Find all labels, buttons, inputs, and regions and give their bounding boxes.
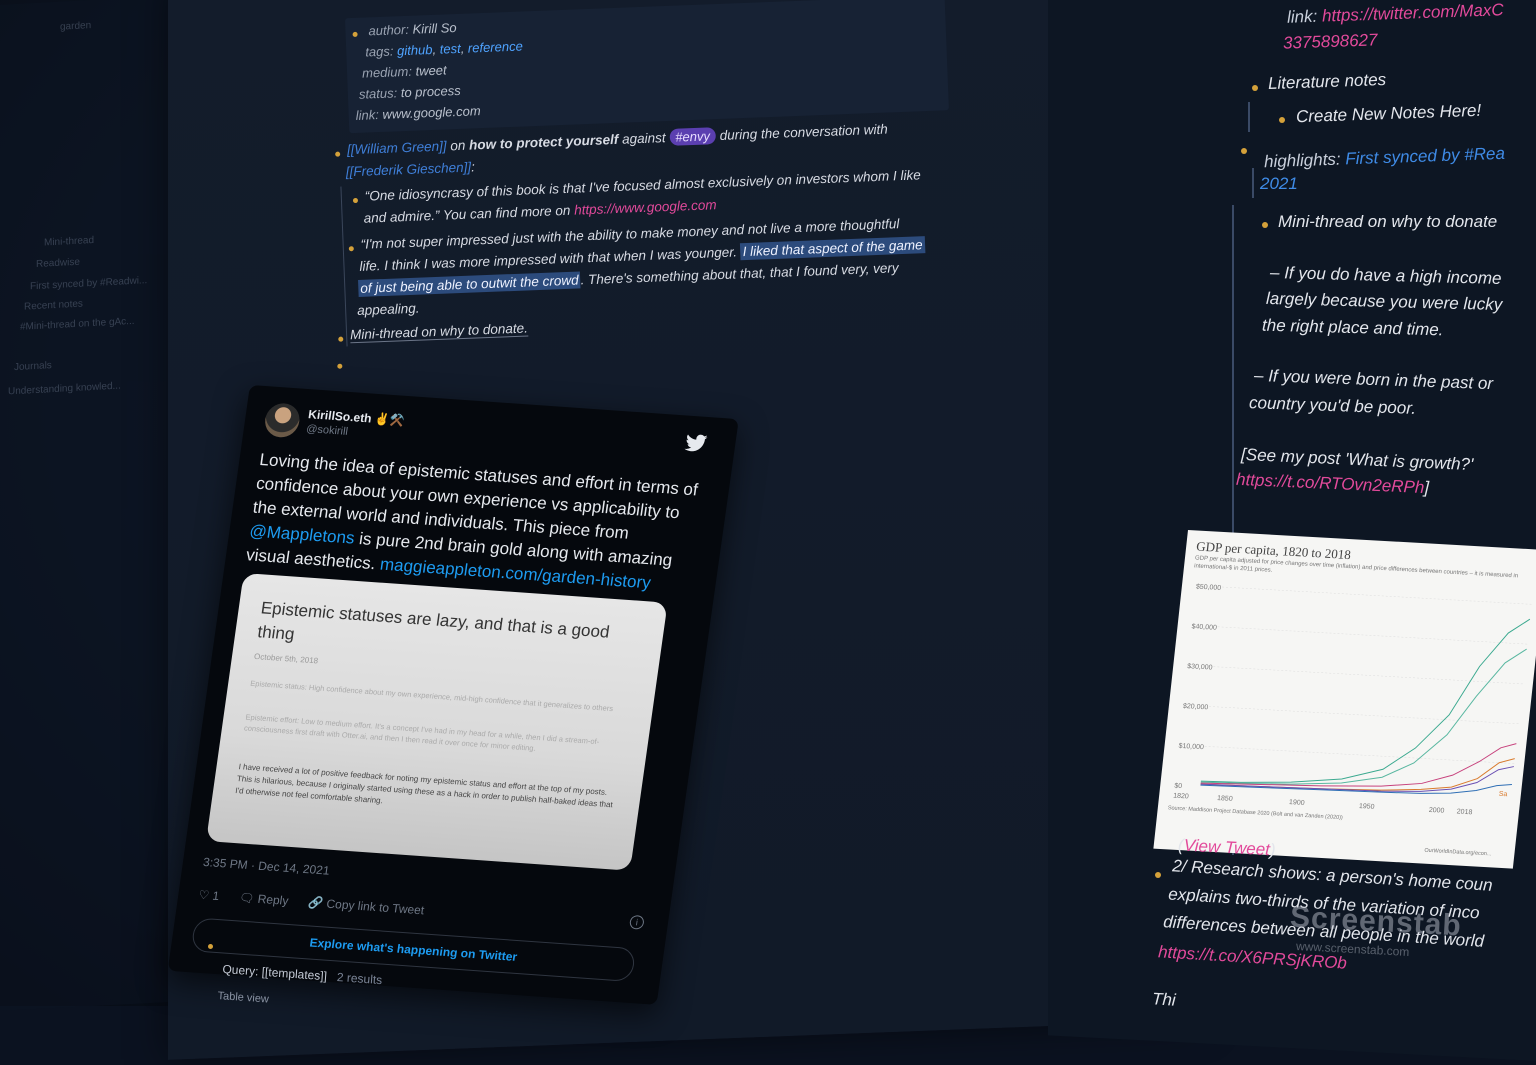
sidebar-item[interactable]: garden	[60, 20, 91, 33]
link-preview-card[interactable]: Epistemic statuses are lazy, and that is…	[206, 573, 668, 871]
heart-icon[interactable]: ♡	[198, 888, 211, 903]
view-tweet-link[interactable]: View Tweet	[1183, 836, 1270, 859]
property-key: medium:	[361, 63, 413, 81]
left-sidebar: garden Mini-thread Readwise First synced…	[0, 0, 185, 1011]
paragraph-line: Thi	[1151, 989, 1177, 1010]
text: on	[446, 137, 470, 154]
bullet[interactable]	[208, 944, 213, 949]
x-tick-label: 2018	[1456, 808, 1472, 816]
property-key: tags:	[364, 43, 394, 60]
x-tick-label: 1950	[1358, 803, 1374, 811]
property-key: highlights:	[1263, 149, 1341, 172]
sidebar-item[interactable]: Recent notes	[24, 299, 83, 313]
property-key: status:	[358, 85, 398, 102]
property-key: author:	[368, 21, 410, 39]
y-tick-label: $50,000	[1195, 584, 1221, 592]
gdp-chart-plot: $50,000 $40,000 $30,000 $20,000 $10,000 …	[1173, 584, 1532, 816]
avatar[interactable]	[262, 402, 302, 439]
bullet[interactable]	[1262, 222, 1268, 228]
reply-icon[interactable]: 🗨	[238, 891, 255, 906]
bullet[interactable]	[1279, 117, 1285, 123]
sidebar-item[interactable]: #Mini-thread on the gAc...	[20, 316, 135, 333]
series-line	[1200, 758, 1515, 791]
literature-notes-item[interactable]: Literature notes	[1268, 70, 1387, 94]
property-key: link:	[1286, 6, 1318, 27]
text: )	[1269, 840, 1277, 860]
text: explains	[1167, 884, 1236, 908]
page-ref[interactable]: 2021	[1260, 174, 1298, 194]
sidebar-item[interactable]: Understanding knowled...	[8, 381, 121, 398]
link-card-text: Epistemic effort: Low to medium effort. …	[243, 712, 600, 753]
tweet-body: Loving the idea of epistemic statuses an…	[245, 448, 701, 598]
property-value: Kirill So	[412, 19, 457, 37]
like-count: 1	[211, 888, 221, 904]
sidebar-item[interactable]: Mini-thread	[44, 235, 94, 249]
legend-label: Sa	[1498, 791, 1507, 798]
tweet-timestamp[interactable]: 3:35 PM · Dec 14, 2021	[202, 855, 330, 878]
property-key: link:	[355, 107, 380, 123]
sidebar-item[interactable]: Journals	[14, 360, 52, 373]
x-tick-label: 2000	[1428, 807, 1444, 815]
thread-line[interactable]	[1248, 102, 1250, 132]
quote-line: appealing.	[356, 300, 420, 319]
y-tick-label: $0	[1174, 783, 1183, 790]
info-icon[interactable]: i	[628, 914, 645, 930]
text: against	[617, 129, 670, 147]
twitter-bird-icon[interactable]	[683, 434, 708, 459]
bullet[interactable]	[1155, 872, 1161, 878]
y-tick-label: $10,000	[1178, 743, 1204, 751]
x-tick-label: 1900	[1289, 799, 1305, 807]
y-tick-label: $40,000	[1191, 623, 1217, 631]
thread-line[interactable]	[1252, 168, 1254, 198]
link-card-date: October 5th, 2018	[253, 651, 319, 666]
tweet-author-handle[interactable]: @sokirill	[305, 423, 348, 438]
bullet[interactable]	[1241, 148, 1247, 154]
series-line	[1200, 618, 1531, 783]
tweet-actions: ♡ 1 🗨 Reply 🔗 Copy link to Tweet	[198, 888, 426, 918]
x-tick-label: 1850	[1217, 795, 1233, 803]
y-tick-label: $20,000	[1183, 703, 1209, 711]
property-value: to process	[400, 82, 462, 101]
link-card-text: Epistemic status: High confidence about …	[249, 678, 614, 714]
sidebar-item[interactable]: Readwise	[36, 257, 80, 270]
reply-button[interactable]: Reply	[257, 892, 290, 908]
mini-thread-item[interactable]: Mini-thread on why to donate	[1278, 212, 1497, 232]
hashtag-envy[interactable]: #envy	[668, 127, 717, 146]
series-line	[1200, 783, 1512, 794]
gdp-chart-image: GDP per capita, 1820 to 2018 GDP per cap…	[1153, 530, 1536, 869]
tag-link[interactable]: test	[439, 41, 461, 57]
y-tick-label: $30,000	[1187, 663, 1213, 671]
tag-link[interactable]: github	[397, 42, 433, 58]
text: :	[470, 159, 476, 175]
link-card-text: I have received a lot of positive feedba…	[234, 762, 614, 810]
copy-link-button[interactable]: Copy link to Tweet	[326, 897, 426, 918]
property-value: tweet	[415, 62, 447, 79]
link-icon[interactable]: 🔗	[307, 895, 324, 910]
tweet-embed[interactable]: KirillSo.eth ✌️⚒️ @sokirill Loving the i…	[167, 385, 739, 1005]
sidebar-item[interactable]: First synced by #Readwi...	[30, 275, 147, 292]
bullet[interactable]	[1252, 85, 1258, 91]
text: ]	[1423, 478, 1430, 498]
x-tick-label: 1820	[1173, 793, 1189, 801]
mention-link[interactable]: @Mappletons	[248, 521, 356, 547]
tag-link[interactable]: reference	[468, 38, 523, 55]
external-link[interactable]: 3375898627	[1283, 30, 1378, 53]
